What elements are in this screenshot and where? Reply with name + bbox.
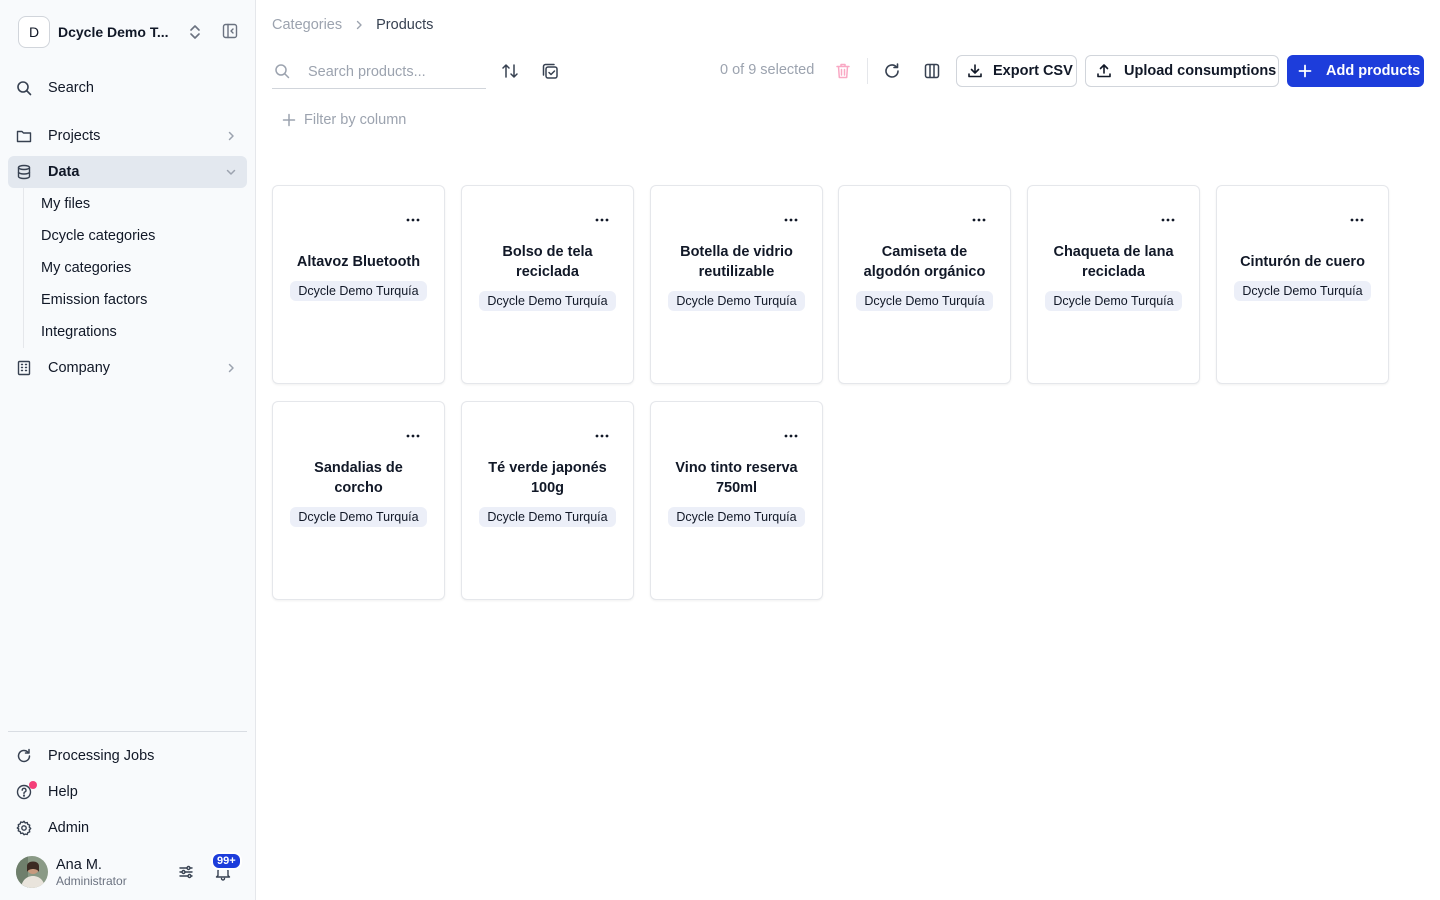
toolbar-divider xyxy=(867,58,868,84)
gear-icon xyxy=(16,820,32,836)
breadcrumb-current: Products xyxy=(376,17,434,33)
user-name: Ana M. xyxy=(56,857,102,873)
organization-tag: Dcycle Demo Turquía xyxy=(479,507,616,527)
chevron-right-icon xyxy=(225,130,237,142)
sidebar-item-help[interactable]: Help xyxy=(8,776,247,808)
organization-tag: Dcycle Demo Turquía xyxy=(290,281,427,301)
plus-icon xyxy=(1298,64,1312,78)
chevron-right-icon xyxy=(225,362,237,374)
breadcrumb: Categories Products xyxy=(272,17,433,33)
search-input[interactable] xyxy=(308,62,478,82)
download-icon xyxy=(967,63,983,79)
product-card[interactable]: Sandalias de corcho Dcycle Demo Turquía xyxy=(272,401,445,600)
sidebar-search[interactable]: Search xyxy=(8,72,247,104)
user-role: Administrator xyxy=(56,874,127,888)
product-name: Chaqueta de lana reciclada xyxy=(1053,244,1174,280)
product-card[interactable]: Bolso de tela reciclada Dcycle Demo Turqu… xyxy=(461,185,634,384)
filter-label: Filter by column xyxy=(304,112,407,128)
search-icon xyxy=(274,63,290,79)
org-switcher[interactable]: D Dcycle Demo T... xyxy=(18,16,240,48)
product-card[interactable]: Cinturón de cuero Dcycle Demo Turquía xyxy=(1216,185,1389,384)
upload-icon xyxy=(1096,63,1112,79)
sidebar-subitem-dcycle-categories[interactable]: Dcycle categories xyxy=(41,220,155,252)
sidebar-item-processing-jobs[interactable]: Processing Jobs xyxy=(8,740,247,772)
export-csv-button[interactable]: Export CSV xyxy=(956,55,1077,87)
organization-tag: Dcycle Demo Turquía xyxy=(1234,281,1371,301)
user-profile[interactable]: Ana M. Administrator 99+ xyxy=(16,852,248,888)
search-icon xyxy=(16,80,32,96)
organization-tag: Dcycle Demo Turquía xyxy=(479,291,616,311)
sidebar-subitem-integrations[interactable]: Integrations xyxy=(41,316,117,348)
product-name: Altavoz Bluetooth xyxy=(296,254,421,270)
chevron-right-icon xyxy=(354,19,364,31)
sidebar-item-label: Data xyxy=(48,164,80,180)
sidebar-collapse-icon[interactable] xyxy=(222,23,238,39)
product-card[interactable]: Camiseta de algodón orgánico Dcycle Demo … xyxy=(838,185,1011,384)
building-icon xyxy=(16,360,32,376)
product-name: Cinturón de cuero xyxy=(1240,254,1365,270)
sidebar-item-label: Help xyxy=(48,784,78,800)
submenu-guide-line xyxy=(23,188,24,348)
sidebar-divider xyxy=(8,731,247,732)
trash-icon[interactable] xyxy=(835,62,851,80)
add-products-button[interactable]: Add products xyxy=(1287,55,1424,87)
select-all-icon[interactable] xyxy=(541,62,559,80)
sidebar-subitem-my-files[interactable]: My files xyxy=(41,188,90,220)
sort-icon[interactable] xyxy=(501,62,519,80)
refresh-icon xyxy=(16,748,32,764)
folder-icon xyxy=(16,128,32,144)
notification-badge: 99+ xyxy=(211,852,242,870)
sidebar-subitem-emission-factors[interactable]: Emission factors xyxy=(41,284,147,316)
sidebar-item-data[interactable]: Data xyxy=(8,156,247,188)
product-card[interactable]: Botella de vidrio reutilizable Dcycle Dem… xyxy=(650,185,823,384)
breadcrumb-categories[interactable]: Categories xyxy=(272,17,342,33)
sidebar-item-label: Processing Jobs xyxy=(48,748,155,764)
product-name: Vino tinto reserva 750ml xyxy=(675,460,798,496)
sidebar-item-projects[interactable]: Projects xyxy=(8,120,247,152)
organization-tag: Dcycle Demo Turquía xyxy=(1045,291,1182,311)
sidebar-item-label: Projects xyxy=(48,128,101,144)
upload-consumptions-button[interactable]: Upload consumptions xyxy=(1085,55,1279,87)
product-card[interactable]: Vino tinto reserva 750ml Dcycle Demo Turq… xyxy=(650,401,823,600)
sidebar-item-company[interactable]: Company xyxy=(8,352,247,384)
organization-tag: Dcycle Demo Turquía xyxy=(856,291,993,311)
organization-tag: Dcycle Demo Turquía xyxy=(290,507,427,527)
product-name: Bolso de tela reciclada xyxy=(502,244,593,280)
avatar[interactable] xyxy=(16,856,48,888)
organization-tag: Dcycle Demo Turquía xyxy=(668,507,805,527)
plus-icon xyxy=(282,113,296,127)
product-card[interactable]: Chaqueta de lana reciclada Dcycle Demo Tu… xyxy=(1027,185,1200,384)
product-card[interactable]: Té verde japonés 100g Dcycle Demo Turquía xyxy=(461,401,634,600)
product-card[interactable]: Altavoz Bluetooth Dcycle Demo Turquía xyxy=(272,185,445,384)
help-notification-dot xyxy=(29,781,37,789)
sidebar-item-admin[interactable]: Admin xyxy=(8,812,247,844)
sidebar-item-label: Company xyxy=(48,360,111,376)
sliders-icon[interactable] xyxy=(178,864,194,880)
search-field[interactable] xyxy=(272,55,486,89)
database-icon xyxy=(16,164,32,180)
sidebar: D Dcycle Demo T... Search Projects Data xyxy=(0,0,256,900)
export-csv-label: Export CSV xyxy=(993,63,1073,79)
product-name: Sandalias de corcho xyxy=(314,460,403,496)
org-avatar: D xyxy=(18,16,50,48)
selection-count: 0 of 9 selected xyxy=(720,62,815,78)
sidebar-item-label: Search xyxy=(48,80,94,96)
add-products-label: Add products xyxy=(1326,63,1421,79)
org-name: Dcycle Demo T... xyxy=(58,24,169,40)
sidebar-subitem-my-categories[interactable]: My categories xyxy=(41,252,131,284)
product-name: Té verde japonés 100g xyxy=(488,460,607,496)
upload-consumptions-label: Upload consumptions xyxy=(1124,63,1277,79)
chevrons-up-down-icon xyxy=(188,24,202,40)
refresh-icon[interactable] xyxy=(883,62,901,80)
organization-tag: Dcycle Demo Turquía xyxy=(668,291,805,311)
filter-by-column-button[interactable]: Filter by column xyxy=(282,112,406,128)
sidebar-item-label: Admin xyxy=(48,820,90,836)
columns-icon[interactable] xyxy=(923,62,941,80)
chevron-down-icon xyxy=(225,166,237,178)
product-name: Botella de vidrio reutilizable xyxy=(680,244,793,280)
product-name: Camiseta de algodón orgánico xyxy=(863,244,986,280)
